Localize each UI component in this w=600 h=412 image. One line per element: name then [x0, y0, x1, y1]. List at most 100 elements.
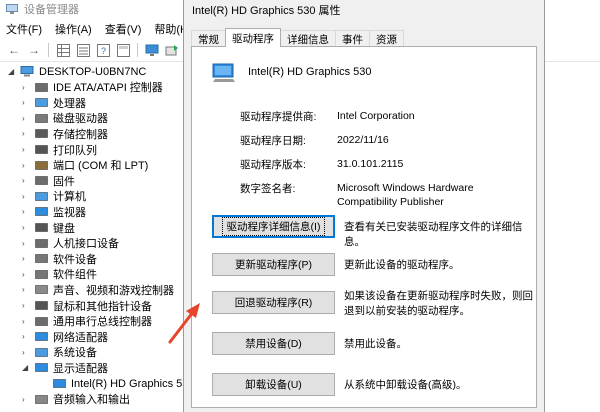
chevron-right-icon[interactable]: ›: [22, 223, 30, 232]
chevron-right-icon[interactable]: ›: [22, 254, 30, 263]
tab-driver[interactable]: 驱动程序: [225, 28, 281, 47]
tree-item-label: 磁盘驱动器: [53, 113, 108, 126]
chevron-down-icon[interactable]: ◢: [22, 363, 30, 372]
uninstall-device-button[interactable]: 卸载设备(U): [212, 373, 335, 396]
properties-dialog: Intel(R) HD Graphics 530 属性 常规 驱动程序 详细信息…: [183, 0, 545, 412]
tree-item-label: 处理器: [53, 97, 86, 110]
tree-item-label: 端口 (COM 和 LPT): [53, 160, 149, 173]
chevron-right-icon[interactable]: ›: [22, 285, 30, 294]
printer-icon: [34, 144, 48, 155]
chevron-right-icon[interactable]: ›: [22, 176, 30, 185]
chevron-right-icon[interactable]: ›: [22, 129, 30, 138]
tab-details[interactable]: 详细信息: [280, 30, 336, 47]
tab-strip: 常规 驱动程序 详细信息 事件 资源: [191, 28, 404, 47]
driver-tab-panel: Intel(R) HD Graphics 530 驱动程序提供商: Intel …: [191, 46, 537, 408]
menu-file[interactable]: 文件(F): [0, 21, 49, 37]
chevron-right-icon[interactable]: ›: [22, 192, 30, 201]
firmware-icon: [34, 175, 48, 186]
tree-category-item[interactable]: › 通用串行总线控制器: [22, 314, 152, 329]
field-version-key: 驱动程序版本:: [240, 159, 306, 171]
tree-item-label: 人机接口设备: [53, 238, 119, 251]
device-header: Intel(R) HD Graphics 530: [212, 61, 372, 83]
tab-resources[interactable]: 资源: [369, 30, 404, 47]
chevron-right-icon[interactable]: ›: [22, 145, 30, 154]
tree-category-item[interactable]: › 声音、视频和游戏控制器: [22, 282, 174, 297]
tree-category-item[interactable]: › 网络适配器: [22, 329, 108, 344]
help-icon[interactable]: ?: [95, 42, 111, 58]
tree-item-label: 系统设备: [53, 347, 97, 360]
chevron-right-icon[interactable]: ›: [22, 114, 30, 123]
tree-item-label: 软件设备: [53, 253, 97, 266]
chevron-down-icon[interactable]: ◢: [8, 67, 16, 76]
field-signer-value: Microsoft Windows Hardware Compatibility…: [337, 182, 474, 208]
tab-general[interactable]: 常规: [191, 30, 226, 47]
chevron-right-icon[interactable]: ›: [22, 332, 30, 341]
chevron-right-icon[interactable]: ›: [22, 83, 30, 92]
field-signer: 数字签名者: Microsoft Windows Hardware Compat…: [240, 181, 527, 209]
chevron-right-icon[interactable]: ›: [22, 207, 30, 216]
tree-category-item[interactable]: › 鼠标和其他指针设备: [22, 298, 152, 313]
chevron-right-icon[interactable]: ›: [22, 348, 30, 357]
tree-item-label: 鼠标和其他指针设备: [53, 300, 152, 313]
monitor-icon[interactable]: [144, 42, 160, 58]
chevron-right-icon[interactable]: ›: [22, 317, 30, 326]
field-provider-key: 驱动程序提供商:: [240, 111, 317, 123]
tab-events[interactable]: 事件: [335, 30, 370, 47]
chevron-right-icon[interactable]: ›: [22, 161, 30, 170]
back-arrow-icon[interactable]: ←: [6, 42, 22, 58]
update-driver-button[interactable]: 更新驱动程序(P): [212, 253, 335, 276]
device-manager-icon: [6, 3, 18, 14]
display-adapter-icon: [34, 362, 48, 373]
roll-back-driver-button[interactable]: 回退驱动程序(R): [212, 291, 335, 314]
disable-device-description: 禁用此设备。: [344, 338, 407, 350]
device-manager-title: 设备管理器: [24, 4, 79, 16]
display-adapter-icon: [52, 378, 66, 389]
tree-child-item[interactable]: Intel(R) HD Graphics 530: [40, 376, 195, 391]
field-signer-key: 数字签名者:: [240, 183, 296, 195]
tree-item-label: 键盘: [53, 222, 75, 235]
field-provider: 驱动程序提供商: Intel Corporation: [240, 109, 527, 124]
uninstall-device-button-label: 卸载设备(U): [245, 379, 302, 391]
tree-category-item[interactable]: › 计算机: [22, 189, 86, 204]
tree-category-item[interactable]: › 磁盘驱动器: [22, 111, 108, 126]
audio-io-icon: [34, 394, 48, 405]
tree-item-label: 固件: [53, 175, 75, 188]
storage-controller-icon: [34, 128, 48, 139]
disable-device-button[interactable]: 禁用设备(D): [212, 332, 335, 355]
field-date: 驱动程序日期: 2022/11/16: [240, 133, 527, 148]
tree-category-item[interactable]: › 固件: [22, 173, 75, 188]
tree-category-item[interactable]: › 键盘: [22, 220, 75, 235]
tree-category-item[interactable]: › 打印队列: [22, 142, 97, 157]
chevron-right-icon[interactable]: ›: [22, 301, 30, 310]
port-icon: [34, 160, 48, 171]
tree-category-item[interactable]: ◢ 显示适配器: [22, 360, 108, 375]
tree-category-item[interactable]: › 处理器: [22, 95, 86, 110]
tree-category-item[interactable]: › 人机接口设备: [22, 236, 119, 251]
tree-root[interactable]: ◢ DESKTOP-U0BN7NC: [8, 64, 146, 79]
chevron-right-icon[interactable]: ›: [22, 239, 30, 248]
properties-grid-icon[interactable]: [55, 42, 71, 58]
processor-icon: [34, 97, 48, 108]
list-view-icon[interactable]: [115, 42, 131, 58]
tree-item-label: 计算机: [53, 191, 86, 204]
list-view-icon[interactable]: [75, 42, 91, 58]
driver-details-button[interactable]: 驱动程序详细信息(I): [212, 215, 335, 238]
chevron-right-icon[interactable]: ›: [22, 395, 30, 404]
tree-category-item[interactable]: › IDE ATA/ATAPI 控制器: [22, 80, 163, 95]
update-driver-icon[interactable]: [164, 42, 180, 58]
tree-category-item[interactable]: › 软件设备: [22, 251, 97, 266]
mouse-icon: [34, 300, 48, 311]
roll-back-driver-button-label: 回退驱动程序(R): [234, 297, 313, 309]
toolbar-separator: [137, 43, 138, 57]
chevron-right-icon[interactable]: ›: [22, 98, 30, 107]
tree-category-item[interactable]: › 系统设备: [22, 345, 97, 360]
tree-category-item[interactable]: › 端口 (COM 和 LPT): [22, 158, 148, 173]
tree-category-item[interactable]: › 监视器: [22, 204, 86, 219]
menu-action[interactable]: 操作(A): [49, 21, 99, 37]
tree-category-item[interactable]: › 存储控制器: [22, 126, 108, 141]
tree-category-item[interactable]: › 音频输入和输出: [22, 392, 130, 407]
tree-category-item[interactable]: › 软件组件: [22, 267, 97, 282]
chevron-right-icon[interactable]: ›: [22, 270, 30, 279]
menu-view[interactable]: 查看(V): [99, 21, 149, 37]
forward-arrow-icon[interactable]: →: [26, 42, 42, 58]
